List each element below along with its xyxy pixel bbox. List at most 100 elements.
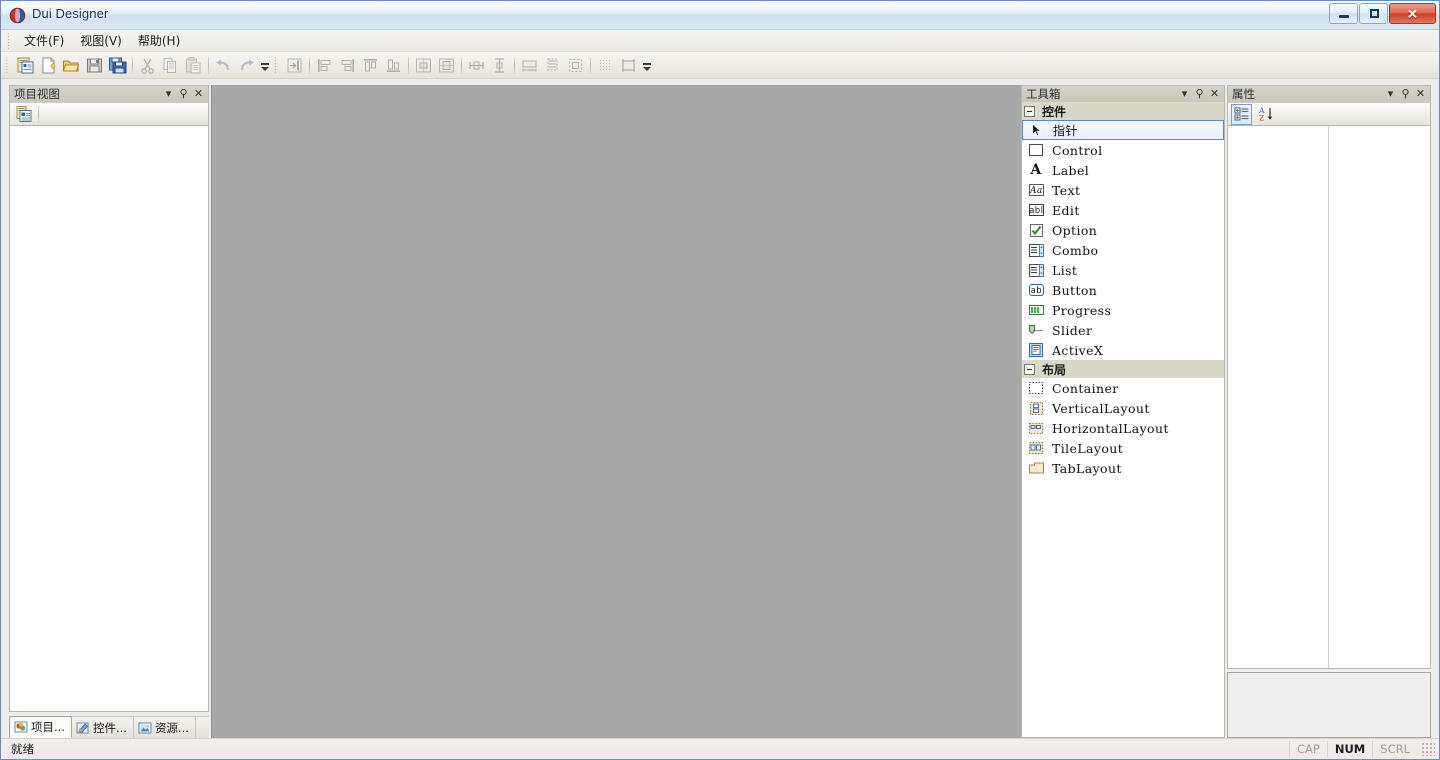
- new-file-icon[interactable]: [37, 54, 60, 77]
- center-horizontal-icon[interactable]: [412, 54, 435, 77]
- restore-button[interactable]: [1359, 3, 1388, 24]
- toolbox-item-container[interactable]: Container: [1022, 378, 1224, 398]
- close-button[interactable]: ✕: [1389, 3, 1436, 24]
- menu-view[interactable]: 视图(V): [72, 29, 130, 53]
- panel-pin-button[interactable]: ⚲: [176, 87, 191, 101]
- collapse-icon[interactable]: [1024, 106, 1035, 117]
- panel-close-button[interactable]: ✕: [191, 87, 206, 101]
- size-to-grid-icon[interactable]: [564, 54, 587, 77]
- toolbox-panel: 工具箱 ▾ ⚲ ✕ 控件: [1021, 85, 1225, 738]
- close-icon: ✕: [1413, 87, 1428, 101]
- toolbar-overflow-button[interactable]: [259, 54, 270, 77]
- design-surface[interactable]: [211, 85, 1021, 738]
- menubar-grip[interactable]: [6, 33, 13, 49]
- center-vertical-icon[interactable]: [435, 54, 458, 77]
- toolbox-item-combo[interactable]: Combo: [1022, 240, 1224, 260]
- toolbar-row: [1, 52, 1439, 79]
- indent-icon[interactable]: [283, 54, 306, 77]
- toolbox-item-activex[interactable]: ActiveX: [1022, 340, 1224, 360]
- copy-icon[interactable]: [159, 54, 182, 77]
- align-right-icon[interactable]: [336, 54, 359, 77]
- panel-pin-button[interactable]: ⚲: [1192, 87, 1207, 101]
- toolbox-item-label: Edit: [1052, 203, 1080, 218]
- svg-text:ab: ab: [1030, 286, 1041, 296]
- status-num-lock: NUM: [1327, 741, 1372, 757]
- minimize-button[interactable]: [1329, 3, 1358, 24]
- menu-file[interactable]: 文件(F): [16, 29, 72, 53]
- align-bottom-icon[interactable]: [382, 54, 405, 77]
- toolbox-item-list[interactable]: List: [1022, 260, 1224, 280]
- toolbar-separator: [132, 57, 133, 74]
- same-width-icon[interactable]: [465, 54, 488, 77]
- open-folder-icon[interactable]: [60, 54, 83, 77]
- properties-grid[interactable]: [1227, 126, 1431, 669]
- toolbox-group-controls[interactable]: 控件: [1022, 102, 1224, 120]
- paste-icon[interactable]: [182, 54, 205, 77]
- panel-pin-button[interactable]: ⚲: [1398, 87, 1413, 101]
- button-icon: ab: [1028, 282, 1044, 298]
- show-grid-icon[interactable]: [594, 54, 617, 77]
- properties-caption: 属性 ▾ ⚲ ✕: [1227, 85, 1431, 102]
- toolbox-group-label: 控件: [1042, 103, 1066, 120]
- toolbox-item-control[interactable]: Control: [1022, 140, 1224, 160]
- toolbox-item-label: Button: [1052, 283, 1097, 298]
- panel-menu-button[interactable]: ▾: [1383, 87, 1398, 101]
- toolbox-item-tilelayout[interactable]: TileLayout: [1022, 438, 1224, 458]
- save-all-icon[interactable]: [106, 54, 129, 77]
- collapse-icon[interactable]: [1024, 364, 1035, 375]
- close-icon: ✕: [191, 87, 206, 101]
- toolbox-item-label: VerticalLayout: [1052, 401, 1150, 416]
- toolbar-grip-1[interactable]: [4, 57, 11, 73]
- layout-toolbar-overflow-button[interactable]: [641, 54, 652, 77]
- project-tree[interactable]: [9, 126, 209, 712]
- panel-menu-button[interactable]: ▾: [161, 87, 176, 101]
- align-top-icon[interactable]: [359, 54, 382, 77]
- toolbox-item-tablayout[interactable]: TabLayout: [1022, 458, 1224, 478]
- properties-column-splitter[interactable]: [1328, 126, 1329, 668]
- cut-icon[interactable]: [136, 54, 159, 77]
- toolbox-item-text[interactable]: Aa Text: [1022, 180, 1224, 200]
- align-left-icon[interactable]: [313, 54, 336, 77]
- toolbox-item-slider[interactable]: Slider: [1022, 320, 1224, 340]
- undo-icon[interactable]: [212, 54, 235, 77]
- toolbox-item-verticallayout[interactable]: VerticalLayout: [1022, 398, 1224, 418]
- toolbar-grip-2[interactable]: [273, 57, 280, 73]
- dock-tab-controls[interactable]: 控件...: [72, 717, 134, 738]
- project-properties-icon[interactable]: [12, 103, 35, 126]
- panel-close-button[interactable]: ✕: [1207, 87, 1222, 101]
- toolbox-item-pointer[interactable]: 指针: [1022, 120, 1224, 140]
- toolbox-item-progress[interactable]: Progress: [1022, 300, 1224, 320]
- panel-menu-button[interactable]: ▾: [1177, 87, 1192, 101]
- container-icon: [1028, 380, 1044, 396]
- redo-icon[interactable]: [235, 54, 258, 77]
- new-project-icon[interactable]: [14, 54, 37, 77]
- toolbox-item-horizontallayout[interactable]: HorizontalLayout: [1022, 418, 1224, 438]
- toolbox-group-layout[interactable]: 布局: [1022, 360, 1224, 378]
- dock-tab-project[interactable]: 项目...: [9, 716, 72, 738]
- panel-close-button[interactable]: ✕: [1413, 87, 1428, 101]
- toolbox-item-button[interactable]: ab Button: [1022, 280, 1224, 300]
- toolbox-item-label: 指针: [1053, 122, 1078, 139]
- space-vertical-icon[interactable]: [541, 54, 564, 77]
- option-checkbox-icon: [1028, 222, 1044, 238]
- tab-order-icon[interactable]: [617, 54, 640, 77]
- control-icon: [1028, 142, 1044, 158]
- status-caps-lock: CAP: [1289, 741, 1327, 757]
- toolbox-list[interactable]: 控件 指针 Control: [1021, 102, 1225, 738]
- svg-text:abl: abl: [1029, 206, 1043, 216]
- edit-icon: abl: [1028, 202, 1044, 218]
- toolbar-separator: [514, 57, 515, 74]
- pin-icon: ⚲: [176, 87, 191, 101]
- dock-tab-resources[interactable]: 资源...: [134, 717, 196, 738]
- save-icon[interactable]: [83, 54, 106, 77]
- resize-grip[interactable]: [1421, 742, 1435, 756]
- menu-help[interactable]: 帮助(H): [130, 29, 188, 53]
- categorized-view-button[interactable]: [1231, 104, 1252, 125]
- toolbox-item-edit[interactable]: abl Edit: [1022, 200, 1224, 220]
- alphabetical-sort-button[interactable]: A Z: [1255, 104, 1276, 125]
- toolbox-item-option[interactable]: Option: [1022, 220, 1224, 240]
- toolbox-item-label[interactable]: A Label: [1022, 160, 1224, 180]
- chevron-down-icon: ▾: [1383, 87, 1398, 101]
- space-horizontal-icon[interactable]: [518, 54, 541, 77]
- same-height-icon[interactable]: [488, 54, 511, 77]
